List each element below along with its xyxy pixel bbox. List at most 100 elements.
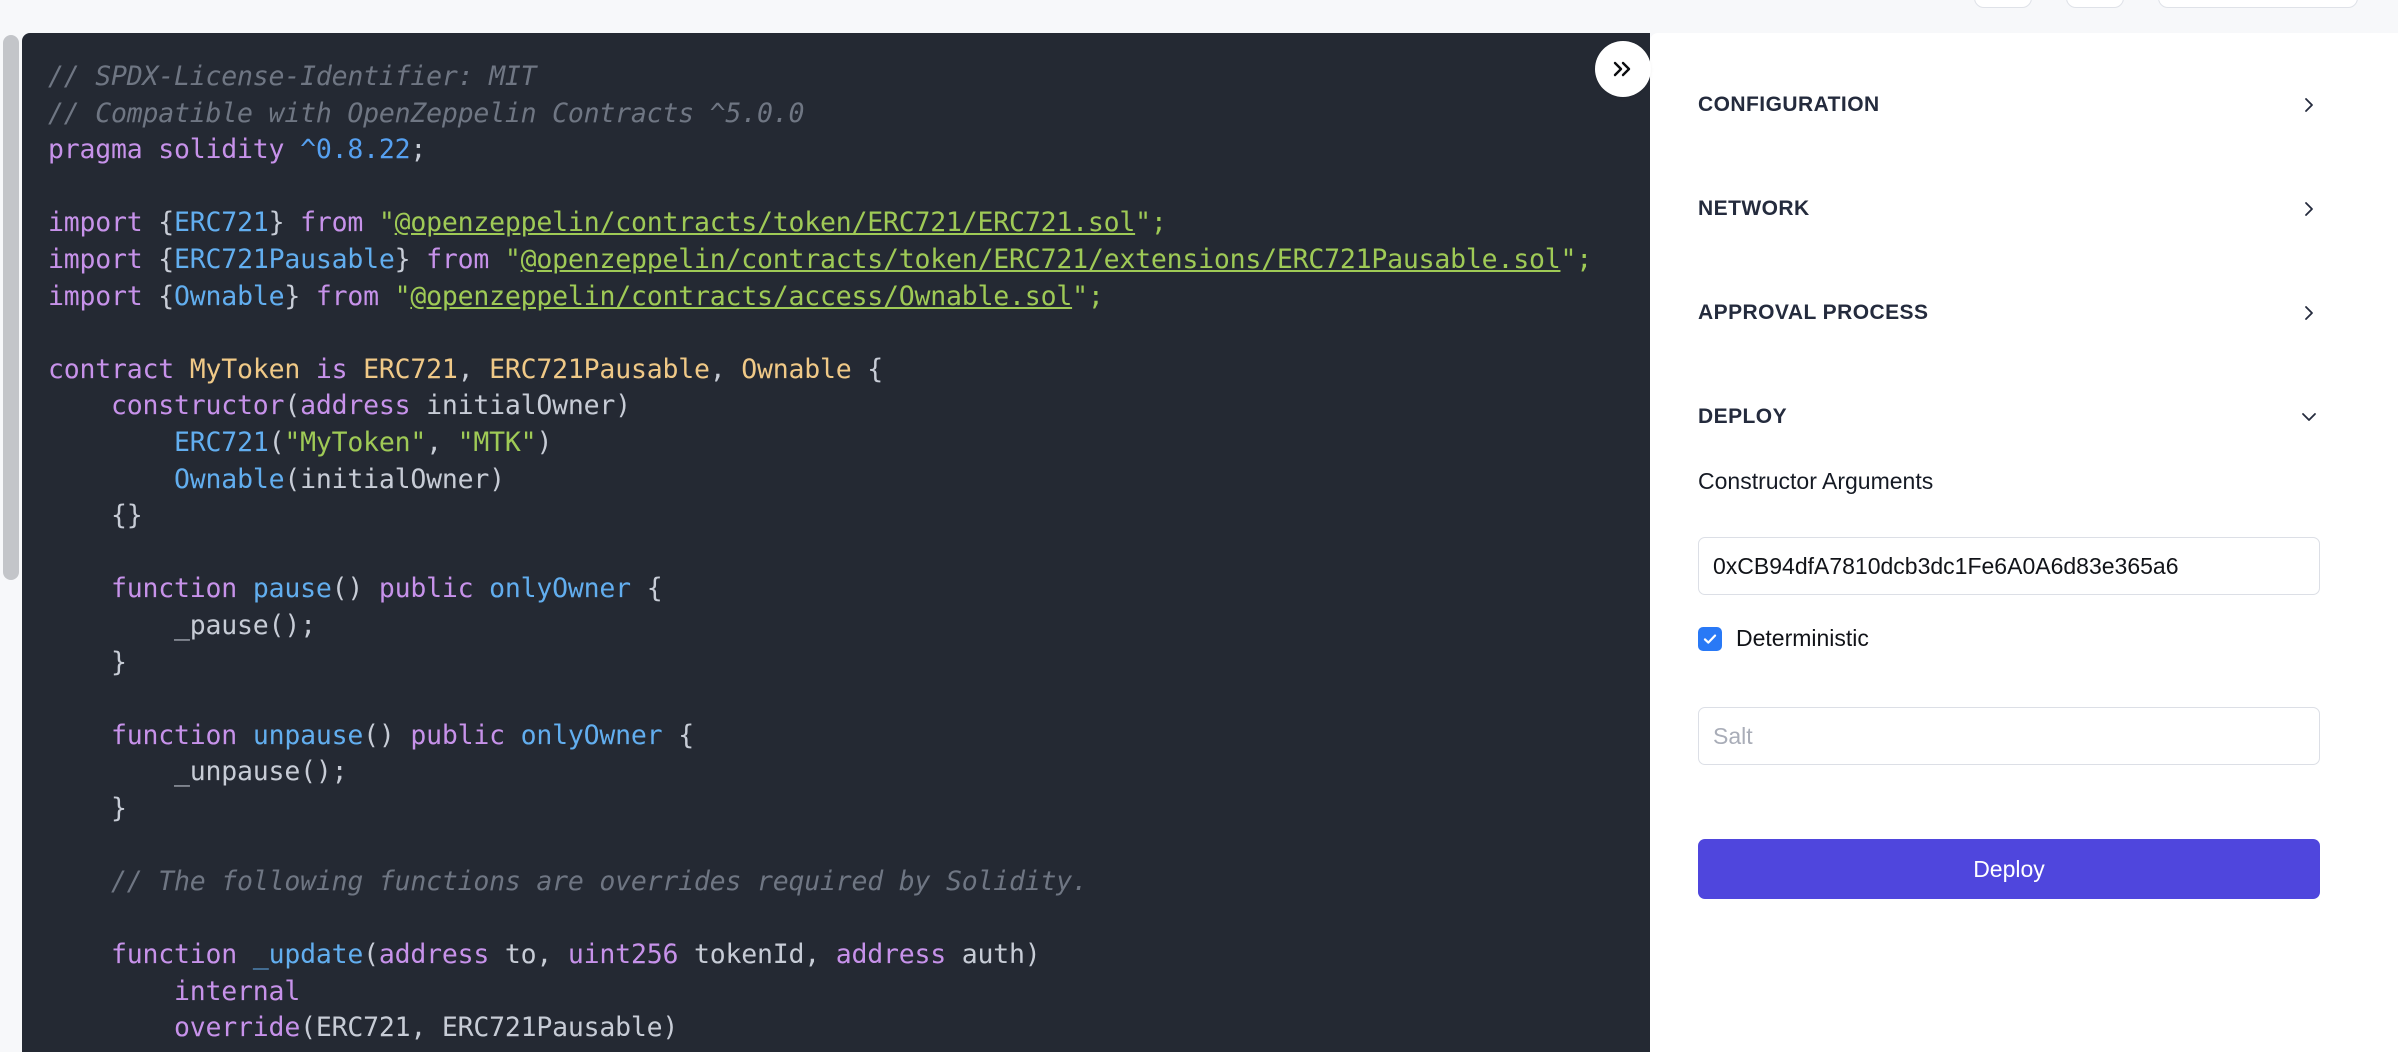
code-token: function <box>48 719 253 751</box>
section-header-approval-process[interactable]: APPROVAL PROCESS <box>1698 299 2318 327</box>
code-token: import <box>48 207 159 239</box>
code-line: ERC721("MyToken", "MTK") <box>48 425 1592 462</box>
code-token: { <box>678 719 694 751</box>
checkbox-checked-icon[interactable] <box>1698 626 1722 651</box>
section-header-network[interactable]: NETWORK <box>1698 195 2318 223</box>
code-token: @openzeppelin/contracts/token/ERC721/ext… <box>520 243 1561 275</box>
code-token: auth) <box>946 939 1041 971</box>
code-line: // SPDX-License-Identifier: MIT <box>48 59 1592 96</box>
constructor-arguments-input[interactable] <box>1698 537 2320 595</box>
code-token: " <box>394 280 411 312</box>
code-token: , <box>426 426 458 458</box>
collapse-panel-button[interactable] <box>1595 41 1651 97</box>
chevron-right-icon <box>2300 200 2318 218</box>
code-token: {} <box>48 500 143 532</box>
toolbar-button-1[interactable] <box>1974 0 2032 8</box>
code-token: ERC721 <box>174 207 269 239</box>
chevron-double-right-icon <box>1611 60 1635 78</box>
code-token: ( <box>284 390 301 422</box>
code-line: internal <box>48 974 1592 1011</box>
code-token: ^0.8.22 <box>300 134 411 166</box>
settings-panel: CONFIGURATION NETWORK APPROVAL PROCESS D… <box>1650 33 2398 1052</box>
code-token: internal <box>48 975 301 1007</box>
deterministic-checkbox-row[interactable]: Deterministic <box>1698 625 1869 652</box>
code-token: address <box>835 939 947 971</box>
code-token: ( <box>268 426 285 458</box>
salt-input[interactable] <box>1698 707 2320 765</box>
code-token: ERC721Pausable <box>489 353 710 385</box>
code-token: @openzeppelin/contracts/access/Ownable.s… <box>410 280 1073 312</box>
code-token: from <box>315 280 395 312</box>
code-token: { <box>158 280 175 312</box>
code-token: Ownable <box>741 353 868 385</box>
code-token: (ERC721, ERC721Pausable) <box>300 1012 679 1044</box>
code-line: // The following functions are overrides… <box>48 864 1592 901</box>
code-line: import {Ownable} from "@openzeppelin/con… <box>48 279 1592 316</box>
chevron-right-icon <box>2300 96 2318 114</box>
code-token: pragma solidity <box>48 134 301 166</box>
code-content: // SPDX-License-Identifier: MIT // Compat… <box>48 59 1592 1047</box>
section-header-configuration[interactable]: CONFIGURATION <box>1698 91 2318 119</box>
code-token: } <box>394 243 427 275</box>
page-scrollbar-thumb[interactable] <box>3 35 19 580</box>
code-token: "MTK" <box>457 426 537 458</box>
code-line: {} <box>48 498 1592 535</box>
code-token: ; <box>410 134 427 166</box>
code-line: override(ERC721, ERC721Pausable) <box>48 1010 1592 1047</box>
code-line: function _update(address to, uint256 tok… <box>48 937 1592 974</box>
code-token: , <box>457 353 490 385</box>
code-token: _update <box>252 939 364 971</box>
code-line: pragma solidity ^0.8.22; <box>48 132 1592 169</box>
code-token: ( <box>363 939 379 971</box>
code-token: { <box>646 573 663 605</box>
code-token: public <box>378 573 490 605</box>
code-token: // SPDX-License-Identifier: MIT <box>48 61 537 92</box>
code-token: () <box>363 719 411 751</box>
code-token: Ownable <box>174 463 285 495</box>
code-token: override <box>48 1012 301 1044</box>
code-token: from <box>300 207 379 239</box>
page-scrollbar[interactable] <box>0 0 22 1052</box>
section-label-network: NETWORK <box>1698 197 1810 220</box>
code-token: (initialOwner) <box>284 463 505 495</box>
code-token: contract <box>48 353 190 385</box>
code-token: MyToken <box>189 353 316 385</box>
constructor-arguments-label: Constructor Arguments <box>1698 468 1934 494</box>
code-line: _pause(); <box>48 608 1592 645</box>
code-token: } <box>48 646 127 678</box>
code-token: function <box>48 573 253 605</box>
code-token: " <box>504 243 521 275</box>
app-root: // SPDX-License-Identifier: MIT // Compat… <box>0 0 2398 1052</box>
code-token: address <box>378 939 490 971</box>
deploy-button[interactable]: Deploy <box>1698 839 2320 899</box>
code-token: address <box>300 390 411 422</box>
code-token: { <box>158 243 175 275</box>
code-token: ERC721 <box>174 426 269 458</box>
code-line: import {ERC721} from "@openzeppelin/cont… <box>48 205 1592 242</box>
code-line: contract MyToken is ERC721, ERC721Pausab… <box>48 352 1592 389</box>
section-label-deploy: DEPLOY <box>1698 405 1788 428</box>
code-token: @openzeppelin/contracts/token/ERC721/ERC… <box>394 207 1136 239</box>
code-editor[interactable]: // SPDX-License-Identifier: MIT // Compat… <box>22 33 1650 1052</box>
code-token: } <box>48 792 127 824</box>
code-line: _unpause(); <box>48 754 1592 791</box>
code-token: // The following functions are overrides… <box>48 866 1088 898</box>
code-token: tokenId, <box>678 939 836 971</box>
toolbar-button-3[interactable] <box>2158 0 2358 8</box>
code-token: uint256 <box>567 939 679 971</box>
toolbar-button-2[interactable] <box>2066 0 2124 8</box>
code-token: constructor <box>48 390 285 422</box>
code-token: import <box>48 243 159 275</box>
code-token: } <box>284 280 316 312</box>
deterministic-label: Deterministic <box>1736 625 1869 651</box>
code-token: unpause <box>252 719 364 751</box>
code-token: onlyOwner <box>489 573 647 605</box>
section-header-deploy[interactable]: DEPLOY <box>1698 403 2318 431</box>
code-line: function unpause() public onlyOwner { <box>48 718 1592 755</box>
code-token: import <box>48 280 159 312</box>
